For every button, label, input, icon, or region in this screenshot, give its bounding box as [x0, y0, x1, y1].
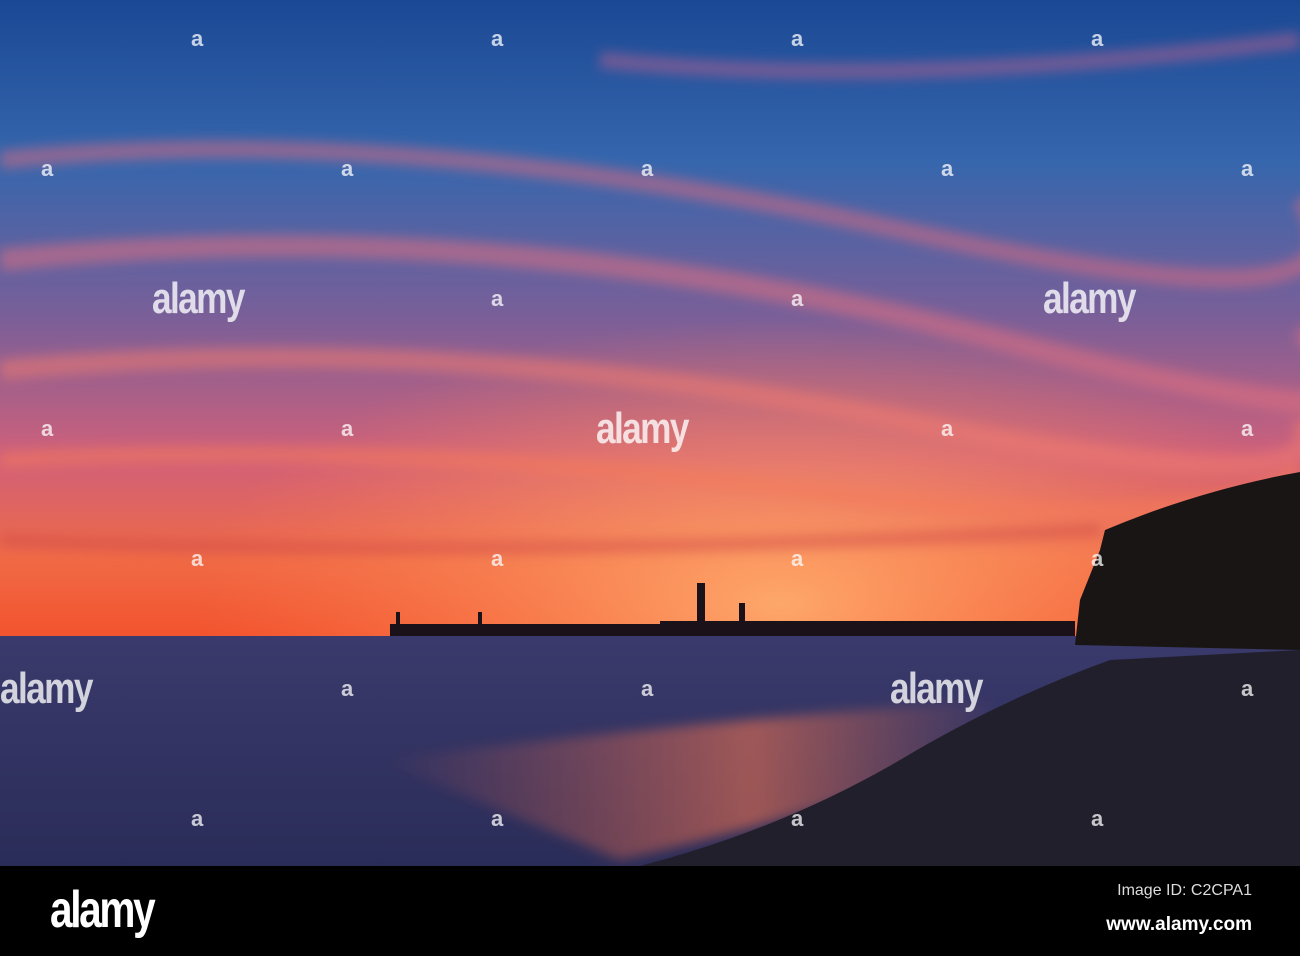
watermark: alamy — [1043, 274, 1136, 323]
watermark-mark: a — [1241, 156, 1254, 181]
watermark-mark: a — [1091, 806, 1104, 831]
watermark-mark: a — [341, 676, 354, 701]
watermark: alamy — [0, 664, 93, 713]
footer-bar: alamy Image ID: C2CPA1 www.alamy.com — [0, 866, 1300, 956]
watermark-mark: a — [41, 156, 54, 181]
watermark-mark: a — [491, 26, 504, 51]
watermark-mark: a — [341, 416, 354, 441]
watermark-mark: a — [191, 26, 204, 51]
alamy-logo: alamy — [50, 881, 156, 939]
stock-photo: alamy alamy alamy alamy alamy a a a a a … — [0, 0, 1300, 956]
watermark-mark: a — [1241, 416, 1254, 441]
watermark: alamy — [890, 664, 983, 713]
watermark-mark: a — [191, 546, 204, 571]
watermark-mark: a — [1091, 26, 1104, 51]
watermark-mark: a — [41, 416, 54, 441]
watermark-mark: a — [491, 286, 504, 311]
watermark-mark: a — [791, 26, 804, 51]
watermark: alamy — [152, 274, 245, 323]
watermark-mark: a — [941, 156, 954, 181]
watermark-mark: a — [641, 676, 654, 701]
watermark-mark: a — [791, 286, 804, 311]
watermark-mark: a — [791, 806, 804, 831]
watermark-mark: a — [341, 156, 354, 181]
watermark-mark: a — [941, 416, 954, 441]
watermark-mark: a — [1091, 546, 1104, 571]
image-id: Image ID: C2CPA1 — [1117, 882, 1252, 899]
watermark-mark: a — [491, 806, 504, 831]
website-link[interactable]: www.alamy.com — [1106, 914, 1252, 936]
watermark-mark: a — [491, 546, 504, 571]
watermark: alamy — [596, 404, 689, 453]
watermark-mark: a — [1241, 676, 1254, 701]
watermark-mark: a — [641, 156, 654, 181]
watermark-mark: a — [791, 546, 804, 571]
watermark-mark: a — [191, 806, 204, 831]
